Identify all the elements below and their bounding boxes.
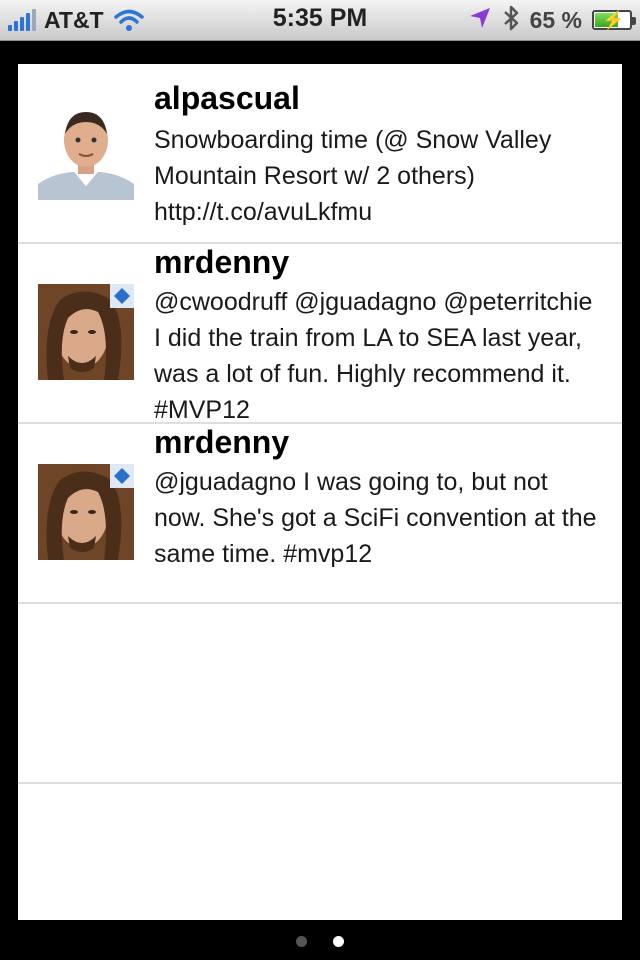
- battery-charging-icon: ⚡: [592, 10, 636, 30]
- empty-row: [18, 604, 622, 784]
- page-dot-1[interactable]: [296, 936, 307, 947]
- tweet-row[interactable]: mrdenny @jguadagno I was going to, but n…: [18, 424, 622, 604]
- bluetooth-icon: [502, 4, 520, 37]
- tweet-text: @jguadagno I was going to, but not now. …: [154, 468, 597, 568]
- tweet-row[interactable]: alpascual Snowboarding time (@ Snow Vall…: [18, 64, 622, 244]
- avatar[interactable]: [38, 284, 134, 380]
- tweet-username[interactable]: mrdenny: [154, 424, 289, 461]
- tweet-row[interactable]: mrdenny @cwoodruff @jguadagno @peterritc…: [18, 244, 622, 424]
- battery-percent: 65 %: [529, 6, 582, 33]
- page-dot-2[interactable]: [333, 936, 344, 947]
- location-arrow-icon: [468, 6, 492, 35]
- tweet-username[interactable]: mrdenny: [154, 244, 289, 281]
- avatar[interactable]: [38, 104, 134, 200]
- tweet-username[interactable]: alpascual: [154, 80, 300, 117]
- avatar[interactable]: [38, 464, 134, 560]
- tweet-list[interactable]: alpascual Snowboarding time (@ Snow Vall…: [18, 64, 622, 920]
- page-control[interactable]: [0, 936, 640, 947]
- tweet-text: Snowboarding time (@ Snow Valley Mountai…: [154, 126, 552, 226]
- tweet-text: @cwoodruff @jguadagno @peterritchie I di…: [154, 288, 593, 424]
- status-bar: AT&T 5:35 PM 65 % ⚡: [0, 0, 640, 41]
